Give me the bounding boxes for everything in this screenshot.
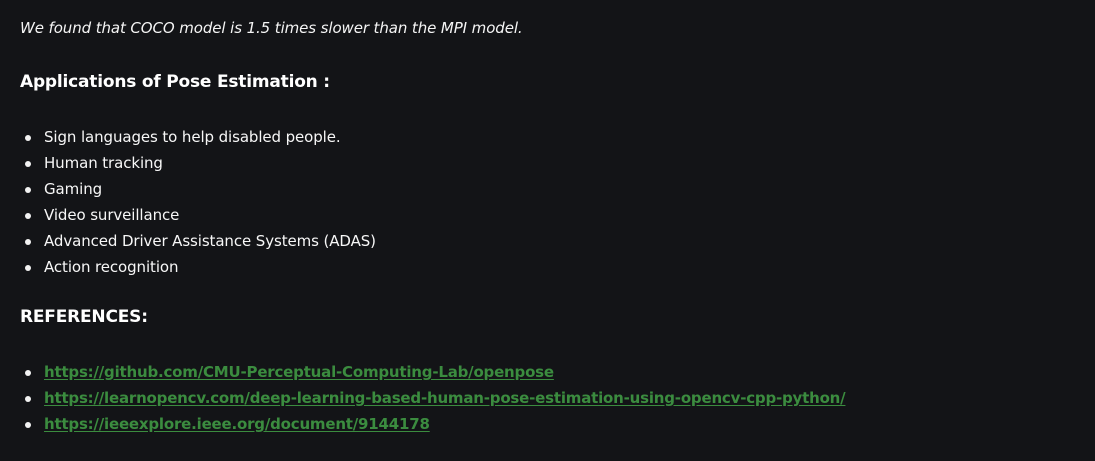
applications-heading: Applications of Pose Estimation : (20, 72, 330, 92)
intro-text: We found that COCO model is 1.5 times sl… (20, 19, 523, 37)
bullet-icon (25, 213, 31, 219)
bullet-icon (25, 161, 31, 167)
applications-list: Sign languages to help disabled people. … (20, 124, 376, 280)
list-item-label: Sign languages to help disabled people. (44, 128, 341, 146)
list-item: https://ieeexplore.ieee.org/document/914… (20, 411, 845, 437)
list-item: https://github.com/CMU-Perceptual-Comput… (20, 359, 845, 385)
references-heading: REFERENCES: (20, 307, 148, 327)
bullet-icon (25, 265, 31, 271)
list-item: Sign languages to help disabled people. (20, 124, 376, 150)
list-item: Gaming (20, 176, 376, 202)
list-item: https://learnopencv.com/deep-learning-ba… (20, 385, 846, 411)
bullet-icon (25, 370, 31, 376)
bullet-icon (25, 422, 31, 428)
reference-link-ieee[interactable]: https://ieeexplore.ieee.org/document/914… (44, 415, 430, 433)
list-item-label: Human tracking (44, 154, 163, 172)
reference-link-openpose[interactable]: https://github.com/CMU-Perceptual-Comput… (44, 363, 554, 381)
bullet-icon (25, 239, 31, 245)
list-item-label: Advanced Driver Assistance Systems (ADAS… (44, 232, 376, 250)
list-item: Video surveillance (20, 202, 376, 228)
list-item-label: Video surveillance (44, 206, 180, 224)
list-item: Action recognition (20, 254, 376, 280)
bullet-icon (25, 135, 31, 141)
list-item: Human tracking (20, 150, 376, 176)
bullet-icon (25, 187, 31, 193)
list-item-label: Action recognition (44, 258, 179, 276)
bullet-icon (25, 396, 31, 402)
reference-link-learnopencv[interactable]: https://learnopencv.com/deep-learning-ba… (44, 389, 846, 407)
references-list: https://github.com/CMU-Perceptual-Comput… (20, 359, 846, 437)
list-item-label: Gaming (44, 180, 103, 198)
list-item: Advanced Driver Assistance Systems (ADAS… (20, 228, 376, 254)
